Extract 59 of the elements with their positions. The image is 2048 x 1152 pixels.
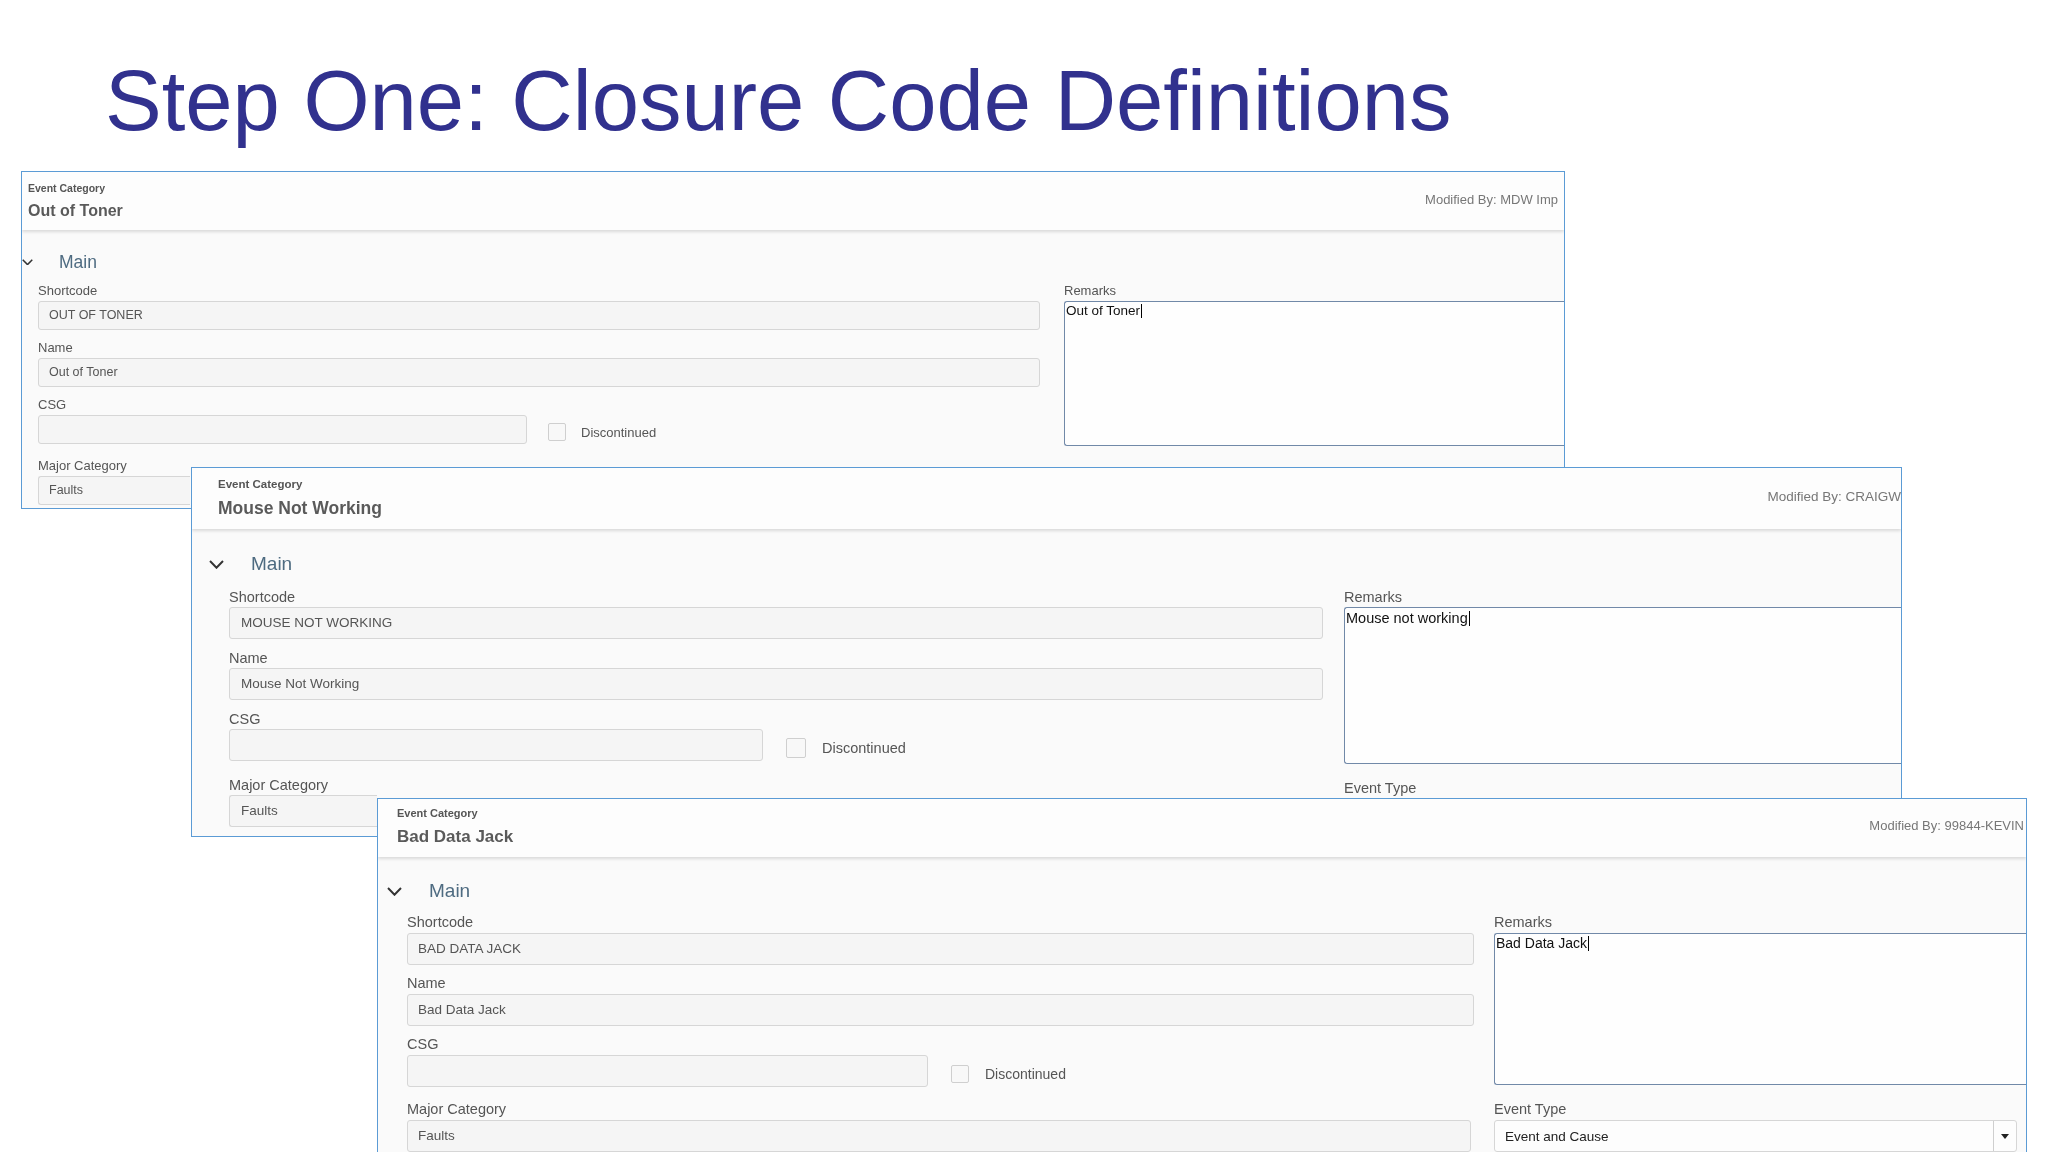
event-type-select[interactable]: Event and Cause: [1494, 1120, 2017, 1152]
checkbox-label[interactable]: Discontinued: [581, 424, 657, 440]
discontinued-checkbox[interactable]: [786, 737, 806, 758]
record-type-label: Event Category: [218, 477, 303, 492]
text-cursor-icon: [1588, 936, 1590, 951]
slide-title: Step One: Closure Code Definitions: [105, 52, 1452, 150]
chevron-down-icon[interactable]: [387, 886, 402, 896]
field-label: Major Category: [38, 458, 127, 474]
remarks-field[interactable]: Mouse not working: [1344, 607, 1901, 764]
field-label: Shortcode: [38, 283, 98, 299]
remarks-field[interactable]: Bad Data Jack: [1494, 933, 2026, 1085]
field-label: CSG: [407, 1035, 439, 1053]
shortcode-field[interactable]: OUT OF TONER: [38, 301, 1040, 330]
csg-field[interactable]: [229, 729, 763, 761]
modified-by-text: Modified By: CRAIGW: [1767, 488, 1901, 506]
discontinued-checkbox[interactable]: [548, 423, 566, 441]
shortcode-field[interactable]: MOUSE NOT WORKING: [229, 607, 1323, 639]
modified-by-text: Modified By: 99844-KEVIN: [1869, 817, 2024, 835]
field-label: Name: [229, 649, 268, 667]
field-label: Remarks: [1494, 913, 1552, 931]
field-label: Remarks: [1064, 283, 1116, 299]
chevron-down-icon[interactable]: [22, 258, 33, 266]
record-type-label: Event Category: [28, 181, 106, 196]
name-field[interactable]: Out of Toner: [38, 358, 1040, 387]
section-title[interactable]: Main: [429, 879, 471, 903]
modified-by-text: Modified By: MDW Imp: [1425, 191, 1558, 209]
field-label: Major Category: [229, 776, 329, 794]
name-field[interactable]: Bad Data Jack: [407, 994, 1474, 1026]
record-title: Mouse Not Working: [218, 497, 382, 520]
field-label: Major Category: [407, 1100, 507, 1118]
discontinued-checkbox[interactable]: [951, 1064, 969, 1083]
major-category-field[interactable]: Faults: [407, 1120, 1471, 1152]
checkbox-label[interactable]: Discontinued: [822, 739, 906, 756]
csg-field[interactable]: [407, 1055, 928, 1087]
field-label: Name: [407, 974, 446, 992]
field-label: Remarks: [1344, 588, 1402, 606]
text-cursor-icon: [1468, 610, 1470, 626]
text-cursor-icon: [1141, 303, 1143, 318]
field-label: CSG: [38, 397, 67, 413]
field-label: Event Type: [1494, 1100, 1567, 1118]
field-label: Event Type: [1344, 779, 1417, 797]
name-field[interactable]: Mouse Not Working: [229, 668, 1323, 700]
field-label: Shortcode: [229, 588, 296, 606]
section-title[interactable]: Main: [251, 552, 293, 576]
record-title: Out of Toner: [28, 201, 123, 221]
remarks-field[interactable]: Out of Toner: [1064, 301, 1564, 446]
chevron-down-icon[interactable]: [209, 559, 224, 569]
caret-down-icon: [2001, 1133, 2009, 1139]
major-category-field[interactable]: Faults: [38, 476, 190, 505]
checkbox-label[interactable]: Discontinued: [985, 1065, 1066, 1082]
csg-field[interactable]: [38, 415, 527, 444]
shortcode-field[interactable]: BAD DATA JACK: [407, 933, 1474, 965]
field-label: Name: [38, 340, 73, 356]
field-label: Shortcode: [407, 913, 474, 931]
field-label: CSG: [229, 710, 261, 728]
record-title: Bad Data Jack: [397, 826, 514, 848]
major-category-field[interactable]: Faults: [229, 795, 377, 827]
record-type-label: Event Category: [397, 806, 478, 821]
section-title[interactable]: Main: [59, 251, 97, 273]
